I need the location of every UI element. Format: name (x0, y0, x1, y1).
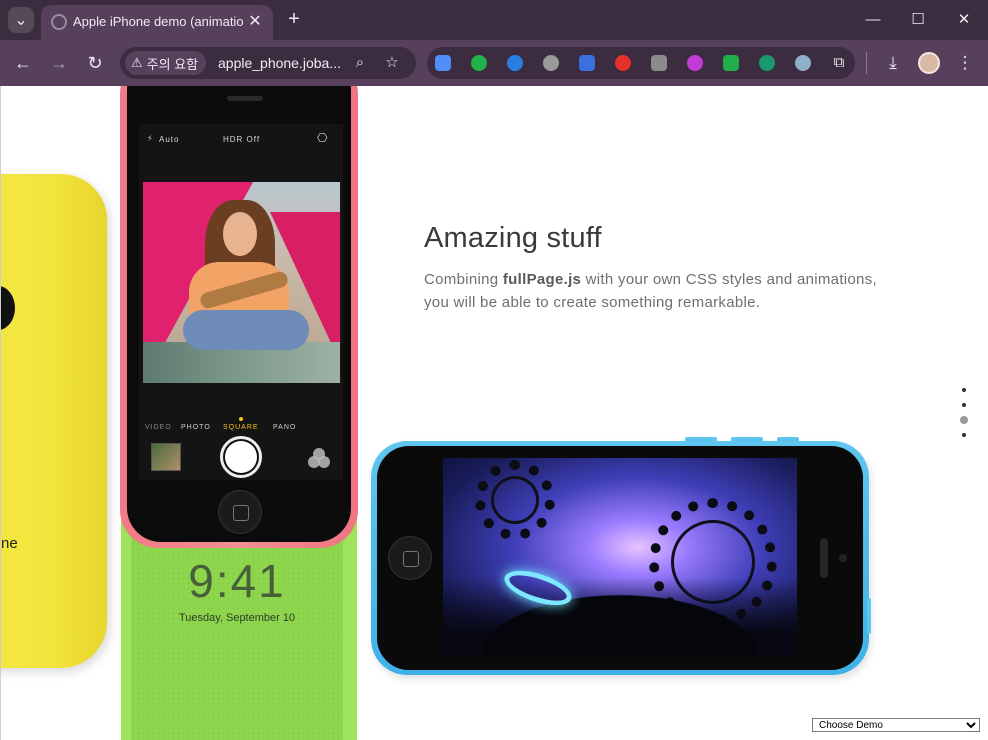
back-button[interactable]: ← (11, 51, 35, 75)
game-screenshot (443, 458, 797, 656)
link-extension-icon[interactable] (435, 55, 451, 71)
extensions-strip: ⧉ (427, 47, 855, 79)
close-icon: ✕ (248, 13, 262, 30)
close-window-button[interactable]: ✕ (954, 10, 974, 30)
nav-dot[interactable] (962, 433, 966, 437)
filters-icon (307, 446, 331, 470)
home-button (218, 490, 262, 534)
hdr-label: HDR Off (223, 135, 261, 144)
tab-title: Apple iPhone demo (animations) (73, 14, 243, 29)
apple-logo-icon (1, 286, 15, 330)
globe-extension-icon[interactable] (795, 55, 811, 71)
warning-icon: ⚠ (131, 55, 143, 70)
earpiece-speaker (820, 538, 828, 578)
flash-icon: ⚡ (147, 134, 154, 143)
camera-mode: VIDEO (145, 424, 172, 431)
url-text[interactable]: apple_phone.joba... (218, 55, 341, 71)
globe-icon (51, 14, 67, 30)
active-tab[interactable]: Apple iPhone demo (animations) ✕ (41, 5, 273, 40)
forward-button[interactable]: → (47, 51, 71, 75)
security-label: 주의 요함 (146, 56, 199, 72)
address-bar[interactable]: ⚠ 주의 요함 apple_phone.joba... ⌕ ☆ (120, 47, 416, 79)
star-icon[interactable]: ☆ (382, 53, 402, 73)
photo-thumbnail (151, 443, 181, 471)
section-description: Combining fullPage.js with your own CSS … (424, 271, 877, 311)
security-indicator[interactable]: ⚠ 주의 요함 (125, 51, 207, 75)
record-extension-icon[interactable] (615, 55, 631, 71)
maximize-button[interactable]: ☐ (908, 10, 928, 30)
nav-dot[interactable] (962, 403, 966, 407)
play-extension-icon[interactable] (471, 55, 487, 71)
section-title: Amazing stuff (424, 222, 602, 254)
camera-mode-active: SQUARE (223, 424, 259, 431)
browser-toolbar: ← → ↻ ⚠ 주의 요함 apple_phone.joba... ⌕ ☆ ⧉ … (0, 40, 988, 86)
download-icon[interactable]: ⤓ (881, 51, 905, 75)
camera-modes: VIDEO PHOTO SQUARE PANO (139, 424, 343, 436)
earpiece-speaker (227, 96, 263, 101)
active-mode-dot (239, 417, 243, 421)
lock-screen-date: Tuesday, September 10 (178, 612, 296, 624)
tab-bar: ⌄ Apple iPhone demo (animations) ✕ + — ☐… (0, 0, 988, 40)
home-button (388, 536, 432, 580)
camera-mode: PANO (273, 424, 297, 431)
code-extension-icon[interactable] (651, 55, 667, 71)
chevron-down-icon: ⌄ (14, 12, 28, 29)
camera-viewfinder-photo (143, 182, 340, 383)
forward-arrow-icon: → (50, 53, 68, 73)
shutter-button (225, 441, 257, 473)
tab-close-button[interactable]: ✕ (245, 12, 265, 32)
lr-extension-icon[interactable] (687, 55, 703, 71)
page-viewport: ne 9:41 Tuesday, September 10 ⚡ Auto HDR… (0, 86, 988, 740)
toolbar-separator (866, 52, 867, 74)
new-tab-button[interactable]: + (283, 8, 305, 30)
front-camera (839, 554, 847, 562)
zoom-icon[interactable]: ⌕ (350, 53, 370, 73)
gear-extension-icon[interactable] (543, 55, 559, 71)
tab-search-button[interactable]: ⌄ (8, 7, 34, 33)
fullpage-navigation (957, 382, 971, 442)
choose-demo-select[interactable]: Choose Demo (812, 718, 980, 732)
flash-label: Auto (159, 135, 180, 144)
minimize-button[interactable]: — (863, 10, 883, 30)
side-button (867, 598, 871, 634)
chat-extension-icon[interactable] (759, 55, 775, 71)
nav-dot[interactable] (962, 388, 966, 392)
plus-icon: + (288, 8, 300, 30)
camera-top-bar: ⚡ Auto HDR Off ⎔ (139, 130, 343, 148)
back-arrow-icon: ← (14, 53, 32, 73)
pen-extension-icon[interactable] (579, 55, 595, 71)
reload-button[interactable]: ↻ (83, 51, 107, 75)
lock-screen-time: 9:41 (188, 555, 286, 607)
screen-extension-icon[interactable] (723, 55, 739, 71)
nav-dot-active[interactable] (960, 416, 968, 424)
camera-switch-icon: ⎔ (317, 131, 329, 145)
reload-icon: ↻ (87, 53, 103, 73)
kebab-menu-icon[interactable]: ⋮ (953, 51, 977, 75)
camera-mode: PHOTO (181, 424, 211, 431)
react-extension-icon[interactable] (507, 55, 523, 71)
puzzle-icon[interactable]: ⧉ (829, 53, 849, 73)
fullpage-link-text: fullPage.js (502, 271, 582, 288)
yellow-phone-text: ne (1, 535, 18, 552)
profile-avatar[interactable] (918, 52, 940, 74)
yellow-iphone (1, 174, 107, 668)
